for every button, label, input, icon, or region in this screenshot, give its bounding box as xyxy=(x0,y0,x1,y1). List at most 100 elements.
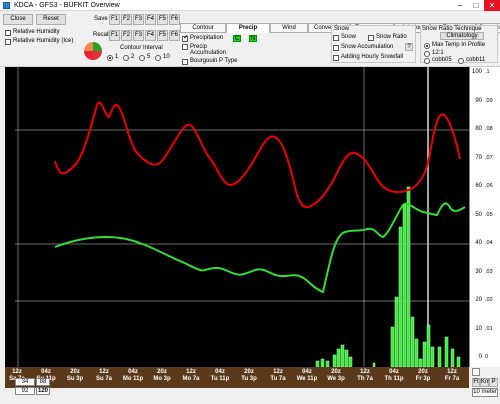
x-axis-time: 12z xyxy=(186,369,196,375)
left-value-box-3[interactable]: 92 xyxy=(15,387,35,395)
left-value-box-2[interactable]: 88 xyxy=(36,378,50,386)
snow-checkbox[interactable]: Snow xyxy=(333,34,356,41)
x-axis-day: Tu 7a xyxy=(270,376,286,382)
right-axis-small-tick: .02 xyxy=(485,297,493,303)
ratio-12-1-radio-dot[interactable] xyxy=(424,50,430,57)
snow-box[interactable] xyxy=(333,34,339,41)
x-axis-label: 20z We 3p xyxy=(322,369,350,383)
cobb11-label: cobb11 xyxy=(466,57,486,63)
x-axis-label: 04z Th 11p xyxy=(380,369,408,383)
relative-humidity-ice-checkbox[interactable]: Relative Humidity (Ice) xyxy=(5,38,73,45)
checkbox-bottom-right[interactable] xyxy=(472,368,480,376)
climatology-button[interactable]: Climatology xyxy=(440,32,484,40)
precipitation-label: Precipitation xyxy=(190,35,224,41)
snow-accumulation-checkbox[interactable]: Snow Accumulation xyxy=(333,44,393,51)
x-axis-day: Su 3p xyxy=(66,376,84,382)
precip-accumulation-checkbox[interactable]: Precip Accumulation xyxy=(182,44,226,56)
close-button[interactable]: Close xyxy=(3,14,33,25)
title-bar: KDCA - GFS3 - BUFKIT Overview – □ ✕ xyxy=(0,0,500,11)
p-button[interactable]: P xyxy=(489,378,498,387)
x-axis-time: 04z xyxy=(41,369,51,375)
tab-precip[interactable]: Precip xyxy=(226,23,270,33)
snow-ratio-box[interactable] xyxy=(368,34,374,41)
hourly-snowfall-box[interactable] xyxy=(333,54,339,61)
contour-radio-label: 10 xyxy=(163,54,170,60)
save-f1-button[interactable]: F1 xyxy=(109,14,120,25)
contour-radio-dot[interactable] xyxy=(155,54,161,61)
recall-f5-button[interactable]: F5 xyxy=(157,30,168,41)
left-value-box-1[interactable]: 34 xyxy=(15,378,35,386)
contour-interval-radio-1[interactable]: 1 xyxy=(107,54,118,61)
contour-radio-dot[interactable] xyxy=(139,54,145,61)
contour-radio-dot[interactable] xyxy=(123,54,129,61)
x-axis-label: 12z Th 7a xyxy=(351,369,379,383)
save-f6-button[interactable]: F6 xyxy=(169,14,180,25)
right-axis-tick: 100 xyxy=(471,69,482,75)
recall-f3-button[interactable]: F3 xyxy=(133,30,144,41)
relative-humidity-ice-box[interactable] xyxy=(5,38,11,45)
convective-badge[interactable]: C xyxy=(233,35,241,42)
recall-f1-button[interactable]: F1 xyxy=(109,30,120,41)
recall-f6-button[interactable]: F6 xyxy=(169,30,180,41)
save-label: Save xyxy=(94,16,108,22)
contour-interval-radio-10[interactable]: 10 xyxy=(155,54,170,61)
right-axis-tick: 0 xyxy=(478,354,482,360)
maximize-icon[interactable]: □ xyxy=(468,0,484,11)
right-axis-tick: 60 xyxy=(475,183,482,189)
x-axis-day: We 3p xyxy=(327,376,345,382)
x-axis-day: Th 11p xyxy=(384,376,404,382)
tab-contour[interactable]: Contour xyxy=(180,23,226,33)
contour-interval-radio-5[interactable]: 5 xyxy=(139,54,150,61)
save-f3-button[interactable]: F3 xyxy=(133,14,144,25)
contour-radio-dot[interactable] xyxy=(107,54,113,61)
plot-svg xyxy=(15,67,469,368)
max-temp-radio[interactable]: Max Temp In Profile xyxy=(424,42,485,49)
ratio-12-1-radio[interactable]: 12:1 xyxy=(424,50,444,57)
height-unit-select[interactable]: 10 meter xyxy=(472,388,498,397)
color-wheel-icon[interactable] xyxy=(84,42,102,60)
recall-f4-button[interactable]: F4 xyxy=(145,30,156,41)
save-f2-button[interactable]: F2 xyxy=(121,14,132,25)
x-axis-day: Mo 11p xyxy=(122,376,144,382)
relative-humidity-box[interactable] xyxy=(5,29,11,36)
save-f5-button[interactable]: F5 xyxy=(157,14,168,25)
x-axis-day: Tu 3p xyxy=(241,376,257,382)
snow-ratio-checkbox[interactable]: Snow Ratio xyxy=(368,34,407,41)
x-axis-label: 04z Mo 11p xyxy=(119,369,147,383)
close-window-icon[interactable]: ✕ xyxy=(484,0,500,11)
right-axis-small-tick: .1 xyxy=(485,69,490,75)
precipitation-box[interactable] xyxy=(182,34,189,42)
km-button[interactable]: Km xyxy=(480,378,490,387)
snow-accumulation-box[interactable] xyxy=(333,44,339,51)
ft-button[interactable]: Ft xyxy=(472,378,480,387)
x-axis-label: 04z We 11p xyxy=(293,369,321,383)
snow-help-button[interactable]: ? xyxy=(405,43,413,51)
bourgouin-checkbox[interactable]: Bourgouin P Type xyxy=(182,58,237,65)
relative-humidity-checkbox[interactable]: Relative Humidity xyxy=(5,29,60,36)
bourgouin-box[interactable] xyxy=(182,58,188,65)
contour-interval-radio-2[interactable]: 2 xyxy=(123,54,134,61)
non-convective-badge[interactable]: N xyxy=(249,35,257,42)
cobb11-radio[interactable]: cobb11 xyxy=(458,57,485,64)
cobb11-radio-dot[interactable] xyxy=(458,57,464,64)
precipitation-checkbox[interactable]: Precipitation xyxy=(182,34,224,42)
save-f4-button[interactable]: F4 xyxy=(145,14,156,25)
left-value-box-4[interactable]: 120 xyxy=(36,387,50,395)
minimize-icon[interactable]: – xyxy=(452,0,468,11)
reset-button[interactable]: Reset xyxy=(36,14,66,25)
x-axis-time: 04z xyxy=(302,369,312,375)
right-axis-small-tick: .04 xyxy=(485,240,493,246)
x-axis-time: 20z xyxy=(244,369,254,375)
precip-accumulation-box[interactable] xyxy=(182,44,188,50)
recall-f2-button[interactable]: F2 xyxy=(121,30,132,41)
tab-wind[interactable]: Wind xyxy=(270,23,308,33)
right-axis-small-tick: .08 xyxy=(485,126,493,132)
cobb05-radio-dot[interactable] xyxy=(424,57,430,64)
cobb05-radio[interactable]: cobb05 xyxy=(424,57,452,64)
time-series-plot[interactable] xyxy=(5,67,469,368)
right-axis-tick: 70 xyxy=(475,154,482,161)
hourly-snowfall-checkbox[interactable]: Adding Hourly Snowfall xyxy=(333,54,403,61)
x-axis-time: 20z xyxy=(70,369,80,375)
max-temp-radio-dot[interactable] xyxy=(424,42,430,49)
right-axis-small-tick: .07 xyxy=(485,154,493,161)
